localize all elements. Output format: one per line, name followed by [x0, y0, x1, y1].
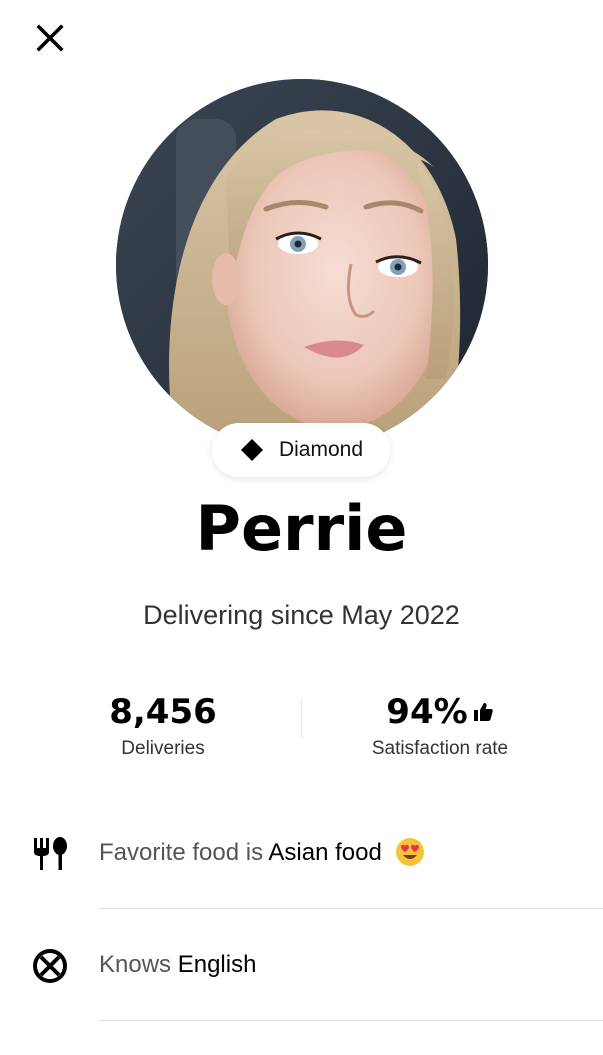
globe-language-icon [30, 946, 70, 986]
satisfaction-label: Satisfaction rate [371, 738, 509, 759]
heart-eyes-emoji-icon [395, 837, 424, 866]
favorite-food-row: Favorite food is Asian food [0, 822, 603, 882]
language-prefix: Knows [99, 951, 172, 978]
courier-name: Perrie [195, 492, 408, 565]
diamond-icon [240, 439, 263, 461]
satisfaction-value-group: 94% [340, 692, 540, 732]
stat-satisfaction: 94% Satisfaction rate [340, 692, 540, 760]
language-text: Knows English [99, 951, 256, 979]
deliveries-label: Deliveries [121, 738, 205, 759]
fork-spoon-icon [30, 834, 70, 874]
close-button[interactable] [30, 18, 70, 58]
favorite-food-value: Asian food [268, 839, 382, 866]
thumbs-up-icon [473, 703, 493, 721]
deliveries-value: 8,456 [109, 692, 217, 732]
profile-photo [116, 79, 488, 451]
satisfaction-value: 94% [386, 692, 468, 732]
stat-deliveries: 8,456 Deliveries [63, 692, 263, 760]
delivering-since: Delivering since May 2022 [143, 600, 460, 630]
row-divider [99, 908, 603, 909]
stats-divider [301, 700, 302, 738]
language-value: English [177, 951, 257, 978]
tier-badge: Diamond [212, 423, 390, 477]
favorite-food-text: Favorite food is Asian food [99, 837, 425, 867]
courier-profile-page: Diamond Perrie Delivering since May 2022… [0, 0, 603, 1055]
close-icon [36, 24, 64, 52]
language-row: Knows English [0, 934, 603, 994]
favorite-food-prefix: Favorite food is [99, 839, 264, 866]
row-divider [99, 1020, 603, 1021]
tier-label: Diamond [278, 438, 364, 461]
